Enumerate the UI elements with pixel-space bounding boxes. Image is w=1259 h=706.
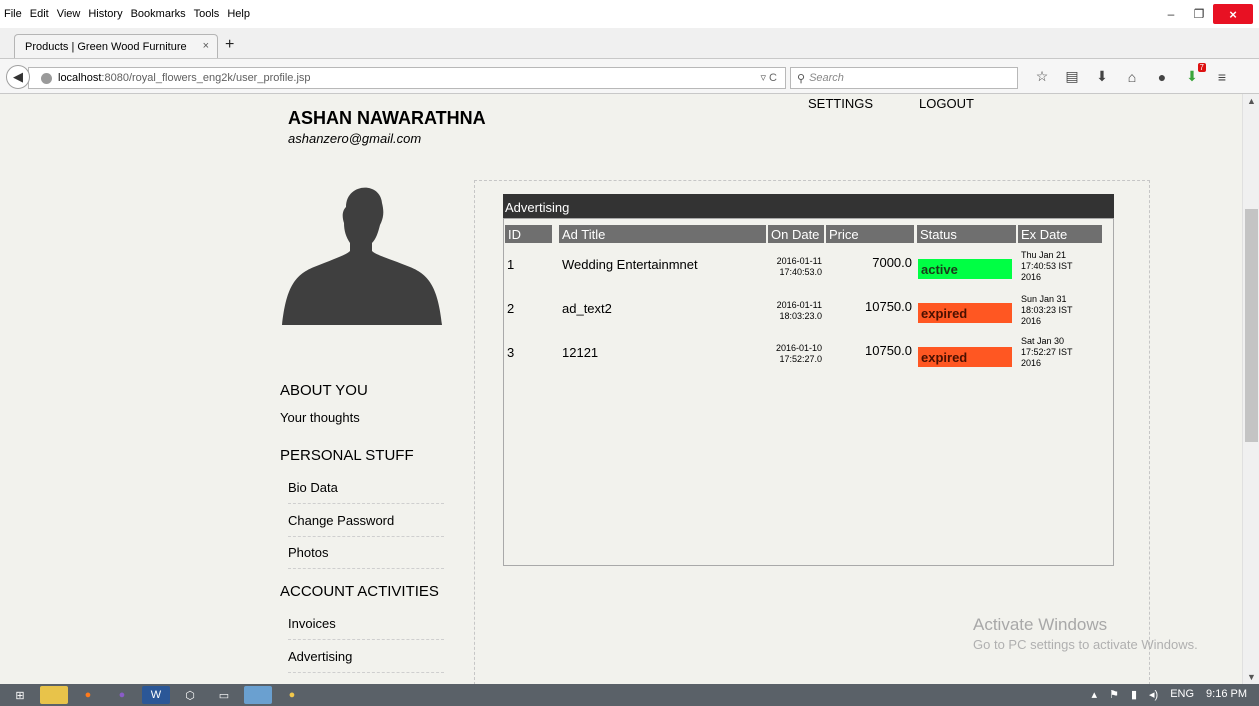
url-bar[interactable]: localhost :8080/royal_flowers_eng2k/user… <box>28 67 786 89</box>
scroll-up-icon[interactable]: ▲ <box>1247 96 1256 106</box>
virtualbox-icon[interactable]: ⬡ <box>176 686 204 704</box>
tab-bar: Products | Green Wood Furniture × + <box>0 14 1259 58</box>
network-app-icon[interactable]: ▭ <box>210 686 238 704</box>
photos-link[interactable]: Photos <box>288 545 444 569</box>
flag-icon[interactable]: ⚑ <box>1109 688 1119 701</box>
notification-badge: 7 <box>1197 63 1206 72</box>
row3-ex-date: Sat Jan 30 17:52:27 IST 2016 <box>1021 336 1073 368</box>
row3-price: 10750.0 <box>865 343 912 358</box>
word-icon[interactable]: W <box>142 686 170 704</box>
viber-icon[interactable]: ● <box>108 686 136 704</box>
row1-ex-date: Thu Jan 21 17:40:53 IST 2016 <box>1021 250 1073 282</box>
col-ex-date: Ex Date <box>1018 225 1102 243</box>
row2-title: ad_text2 <box>562 301 612 316</box>
row1-id: 1 <box>507 257 515 272</box>
nav-bar: localhost :8080/royal_flowers_eng2k/user… <box>0 58 1259 94</box>
col-status: Status <box>917 225 1016 243</box>
reload-icon[interactable]: ▿ C <box>760 71 777 84</box>
row2-status-badge: expired <box>918 303 1012 323</box>
col-id: ID <box>505 225 552 243</box>
network-icon[interactable]: ▮ <box>1131 688 1137 701</box>
row2-ex-date: Sun Jan 31 18:03:23 IST 2016 <box>1021 294 1073 326</box>
tab-close-icon[interactable]: × <box>203 40 209 52</box>
activate-windows-hint: Go to PC settings to activate Windows. <box>973 637 1198 652</box>
bookmark-star-icon[interactable]: ☆ <box>1030 68 1054 85</box>
tray-up-icon[interactable]: ▴ <box>1092 688 1098 701</box>
avatar <box>282 187 442 325</box>
row1-on-date: 2016-01-11 17:40:53.0 <box>776 256 822 277</box>
about-heading: ABOUT YOU <box>280 382 368 399</box>
change-password-link[interactable]: Change Password <box>288 513 444 537</box>
settings-link[interactable]: SETTINGS <box>808 96 873 111</box>
hamburger-menu-icon[interactable]: ≡ <box>1210 69 1234 85</box>
activate-windows-title: Activate Windows <box>973 615 1108 634</box>
file-explorer-icon[interactable] <box>40 686 68 704</box>
back-arrow-icon[interactable]: ◀ <box>6 65 30 89</box>
row3-status-badge: expired <box>918 347 1012 367</box>
row3-id: 3 <box>507 345 515 360</box>
system-tray: ▴ ⚑ ▮ ◂) ENG 9:16 PM <box>1080 688 1247 701</box>
home-icon[interactable]: ⌂ <box>1120 69 1144 85</box>
col-on-date: On Date <box>768 225 824 243</box>
row2-price: 10750.0 <box>865 299 912 314</box>
row2-id: 2 <box>507 301 515 316</box>
tab-products[interactable]: Products | Green Wood Furniture × <box>14 34 218 58</box>
bookmarks-list-icon[interactable]: ▤ <box>1060 68 1084 85</box>
row2-on-date: 2016-01-11 18:03:23.0 <box>776 300 822 321</box>
search-icon: ⚲ <box>797 72 806 85</box>
user-name: ASHAN NAWARATHNA <box>288 108 486 128</box>
firefox-icon[interactable]: ● <box>74 686 102 704</box>
toolbar-icons: ☆ ▤ ⬇ ⌂ ● ⬇ 7 ≡ <box>1030 63 1240 85</box>
search-placeholder: Search <box>809 72 844 84</box>
globe-icon <box>41 72 52 84</box>
row3-on-date: 2016-01-10 17:52:27.0 <box>775 343 822 364</box>
scroll-down-icon[interactable]: ▼ <box>1247 672 1256 682</box>
col-price: Price <box>826 225 914 243</box>
clock[interactable]: 9:16 PM <box>1206 688 1247 701</box>
thoughts-text: Your thoughts <box>280 410 360 425</box>
screen-app-icon[interactable] <box>244 686 272 704</box>
bio-data-link[interactable]: Bio Data <box>288 480 444 504</box>
addon-download-icon[interactable]: ⬇ 7 <box>1180 63 1206 85</box>
invoices-link[interactable]: Invoices <box>288 616 444 640</box>
row3-title: 12121 <box>562 345 599 360</box>
language-indicator[interactable]: ENG <box>1170 688 1194 701</box>
search-input[interactable]: ⚲ Search <box>790 67 1018 89</box>
scroll-thumb[interactable] <box>1245 209 1258 442</box>
ads-title: Advertising <box>503 194 1114 218</box>
volume-icon[interactable]: ◂) <box>1149 688 1158 701</box>
start-icon[interactable]: ⊞ <box>6 686 34 704</box>
taskbar: ⊞ ● ● W ⬡ ▭ ● ▴ ⚑ ▮ ◂) ENG 9:16 PM <box>0 684 1259 706</box>
paint-icon[interactable]: ● <box>278 686 306 704</box>
chat-icon[interactable]: ● <box>1150 69 1174 85</box>
url-host: localhost <box>58 72 102 84</box>
advertising-link[interactable]: Advertising <box>288 649 444 673</box>
row1-title: Wedding Entertainmnet <box>562 257 698 272</box>
tab-title: Products | Green Wood Furniture <box>25 40 187 53</box>
account-heading: ACCOUNT ACTIVITIES <box>280 583 439 600</box>
personal-heading: PERSONAL STUFF <box>280 447 414 464</box>
logout-link[interactable]: LOGOUT <box>919 96 974 111</box>
new-tab-icon[interactable]: + <box>225 36 234 54</box>
vertical-scrollbar[interactable]: ▲ ▼ <box>1242 94 1259 684</box>
top-nav: SETTINGS LOGOUT <box>808 96 1020 111</box>
url-path: :8080/royal_flowers_eng2k/user_profile.j… <box>101 72 311 84</box>
ads-table: ID Ad Title On Date Price Status Ex Date… <box>503 218 1114 566</box>
row1-price: 7000.0 <box>872 255 912 270</box>
user-email: ashanzero@gmail.com <box>288 131 422 146</box>
download-icon[interactable]: ⬇ <box>1090 68 1114 85</box>
col-title: Ad Title <box>559 225 766 243</box>
row1-status-badge: active <box>918 259 1012 279</box>
